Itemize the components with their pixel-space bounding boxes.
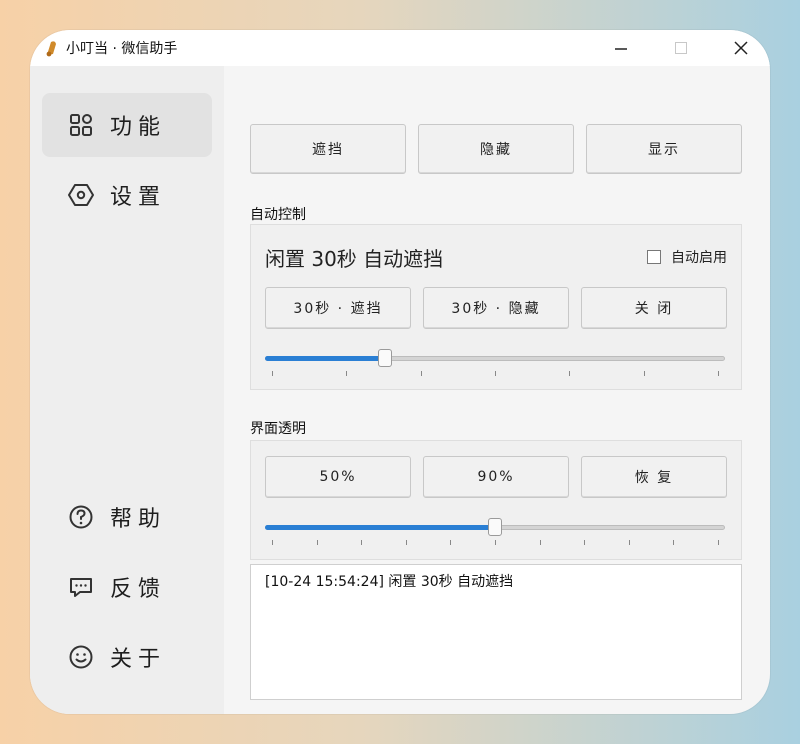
- slider-fill: [265, 525, 495, 530]
- checkbox-box[interactable]: [647, 250, 661, 264]
- sidebar-item-label: 关于: [110, 647, 167, 672]
- sidebar-item-label: 设置: [110, 185, 167, 210]
- slider-tick: [317, 540, 318, 545]
- slider-tick: [718, 540, 719, 545]
- auto-off-button[interactable]: 关 闭: [581, 287, 727, 329]
- slider-tick: [495, 540, 496, 545]
- minimize-icon: [615, 48, 627, 50]
- question-circle-icon: [69, 505, 93, 529]
- slider-thumb[interactable]: [378, 349, 392, 367]
- smile-icon: [69, 645, 93, 669]
- auto-status-text: 闲置 30秒 自动遮挡: [265, 247, 444, 271]
- checkbox-label: 自动启用: [671, 250, 727, 266]
- grid-icon: [70, 114, 92, 136]
- slider-tick: [569, 371, 570, 376]
- slider-tick: [346, 371, 347, 376]
- close-icon: [734, 41, 748, 55]
- show-button[interactable]: 显示: [586, 124, 742, 174]
- auto-control-group: 闲置 30秒 自动遮挡 自动启用 30秒 · 遮挡 30秒 · 隐藏 关 闭: [250, 224, 742, 390]
- slider-tick: [629, 540, 630, 545]
- maximize-icon: [675, 42, 687, 54]
- sidebar-item-label: 帮助: [110, 507, 167, 532]
- slider-tick: [361, 540, 362, 545]
- sidebar-item-label: 反馈: [110, 577, 167, 602]
- slider-tick: [272, 540, 273, 545]
- sidebar-item-feedback[interactable]: 反馈: [42, 555, 212, 619]
- auto-enable-checkbox[interactable]: 自动启用: [647, 247, 727, 267]
- auto-control-label: 自动控制: [250, 207, 306, 223]
- hexagon-settings-icon: [68, 184, 94, 206]
- idle-hide-button[interactable]: 30秒 · 隐藏: [423, 287, 569, 329]
- slider-fill: [265, 356, 385, 361]
- app-logo-icon: [46, 41, 56, 57]
- app-window: 小叮当 · 微信助手 功能 设置 帮助 反馈 关于 遮挡 隐藏 显示 自动控制 …: [30, 30, 770, 714]
- opacity-50-button[interactable]: 50%: [265, 456, 411, 498]
- sidebar: 功能 设置 帮助 反馈 关于: [30, 66, 224, 714]
- slider-tick: [495, 371, 496, 376]
- maximize-button[interactable]: [658, 30, 704, 66]
- slider-tick: [540, 540, 541, 545]
- idle-time-slider[interactable]: [265, 347, 725, 377]
- close-button[interactable]: [718, 30, 764, 66]
- slider-tick: [450, 540, 451, 545]
- minimize-button[interactable]: [598, 30, 644, 66]
- slider-tick: [644, 371, 645, 376]
- log-entry: [10-24 15:54:24] 闲置 30秒 自动遮挡: [265, 574, 514, 590]
- window-title: 小叮当 · 微信助手: [66, 41, 178, 57]
- slider-thumb[interactable]: [488, 518, 502, 536]
- sidebar-item-features[interactable]: 功能: [42, 93, 212, 157]
- idle-cover-button[interactable]: 30秒 · 遮挡: [265, 287, 411, 329]
- cover-button[interactable]: 遮挡: [250, 124, 406, 174]
- sidebar-item-settings[interactable]: 设置: [42, 163, 212, 227]
- restore-opacity-button[interactable]: 恢 复: [581, 456, 727, 498]
- log-panel[interactable]: [10-24 15:54:24] 闲置 30秒 自动遮挡: [250, 564, 742, 700]
- slider-tick: [272, 371, 273, 376]
- hide-button[interactable]: 隐藏: [418, 124, 574, 174]
- message-icon: [70, 578, 92, 597]
- slider-tick: [406, 540, 407, 545]
- sidebar-item-help[interactable]: 帮助: [42, 485, 212, 549]
- opacity-90-button[interactable]: 90%: [423, 456, 569, 498]
- sidebar-item-about[interactable]: 关于: [42, 625, 212, 689]
- transparency-label: 界面透明: [250, 421, 306, 437]
- title-bar[interactable]: 小叮当 · 微信助手: [30, 30, 770, 66]
- main-panel: 遮挡 隐藏 显示 自动控制 闲置 30秒 自动遮挡 自动启用 30秒 · 遮挡 …: [224, 66, 770, 714]
- slider-tick: [584, 540, 585, 545]
- slider-tick: [718, 371, 719, 376]
- opacity-slider[interactable]: [265, 516, 725, 546]
- slider-tick: [421, 371, 422, 376]
- sidebar-item-label: 功能: [110, 115, 167, 140]
- transparency-group: 50% 90% 恢 复: [250, 440, 742, 560]
- slider-tick: [673, 540, 674, 545]
